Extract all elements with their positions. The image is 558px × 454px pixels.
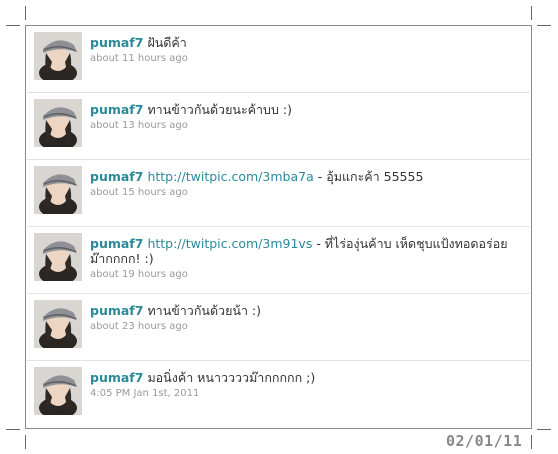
avatar[interactable] (34, 233, 82, 281)
tweet-text: ฝันดีค้า (147, 35, 187, 50)
avatar[interactable] (34, 99, 82, 147)
tweet-item: pumaf7 http://twitpic.com/3mba7a - อุ้มแ… (27, 160, 530, 227)
tweet-item: pumaf7 มอนิ่งค้า หนาววววม๊ากกกกก ;) 4:05… (27, 361, 530, 428)
crop-mark (25, 435, 26, 449)
username-link[interactable]: pumaf7 (90, 303, 143, 318)
tweet-timeline: pumaf7 ฝันดีค้า about 11 hours ago pumaf… (25, 25, 532, 429)
tweet-timestamp[interactable]: about 15 hours ago (90, 186, 520, 199)
tweet-text: ทานข้าวกันด้วยน้า :) (147, 303, 262, 318)
crop-mark (25, 6, 26, 20)
twitpic-link[interactable]: http://twitpic.com/3m91vs (147, 236, 312, 251)
crop-mark (6, 25, 20, 26)
username-link[interactable]: pumaf7 (90, 236, 143, 251)
username-link[interactable]: pumaf7 (90, 35, 143, 50)
username-link[interactable]: pumaf7 (90, 370, 143, 385)
tweet-timestamp[interactable]: about 13 hours ago (90, 119, 520, 132)
avatar[interactable] (34, 367, 82, 415)
username-link[interactable]: pumaf7 (90, 102, 143, 117)
twitpic-link[interactable]: http://twitpic.com/3mba7a (147, 169, 313, 184)
date-stamp: 02/01/11 (446, 432, 523, 450)
tweet-timestamp[interactable]: about 23 hours ago (90, 320, 520, 333)
tweet-item: pumaf7 ทานข้าวกันด้วยน้า :) about 23 hou… (27, 294, 530, 361)
tweet-text: - อุ้มแกะค้า 55555 (317, 169, 424, 184)
avatar[interactable] (34, 166, 82, 214)
tweet-timestamp[interactable]: about 19 hours ago (90, 268, 520, 281)
crop-mark (531, 435, 532, 449)
tweet-item: pumaf7 ทานข้าวกันด้วยนะค้าบบ :) about 13… (27, 93, 530, 160)
crop-mark (6, 429, 20, 430)
avatar[interactable] (34, 300, 82, 348)
tweet-timestamp[interactable]: 4:05 PM Jan 1st, 2011 (90, 387, 520, 400)
tweet-item: pumaf7 http://twitpic.com/3m91vs - ที่ไร… (27, 227, 530, 294)
crop-mark (531, 6, 532, 20)
tweet-item: pumaf7 ฝันดีค้า about 11 hours ago (27, 26, 530, 93)
username-link[interactable]: pumaf7 (90, 169, 143, 184)
tweet-text: ทานข้าวกันด้วยนะค้าบบ :) (147, 102, 292, 117)
crop-mark (537, 429, 551, 430)
avatar[interactable] (34, 32, 82, 80)
crop-mark (537, 25, 551, 26)
tweet-timestamp[interactable]: about 11 hours ago (90, 52, 520, 65)
tweet-text: มอนิ่งค้า หนาววววม๊ากกกกก ;) (147, 370, 316, 385)
